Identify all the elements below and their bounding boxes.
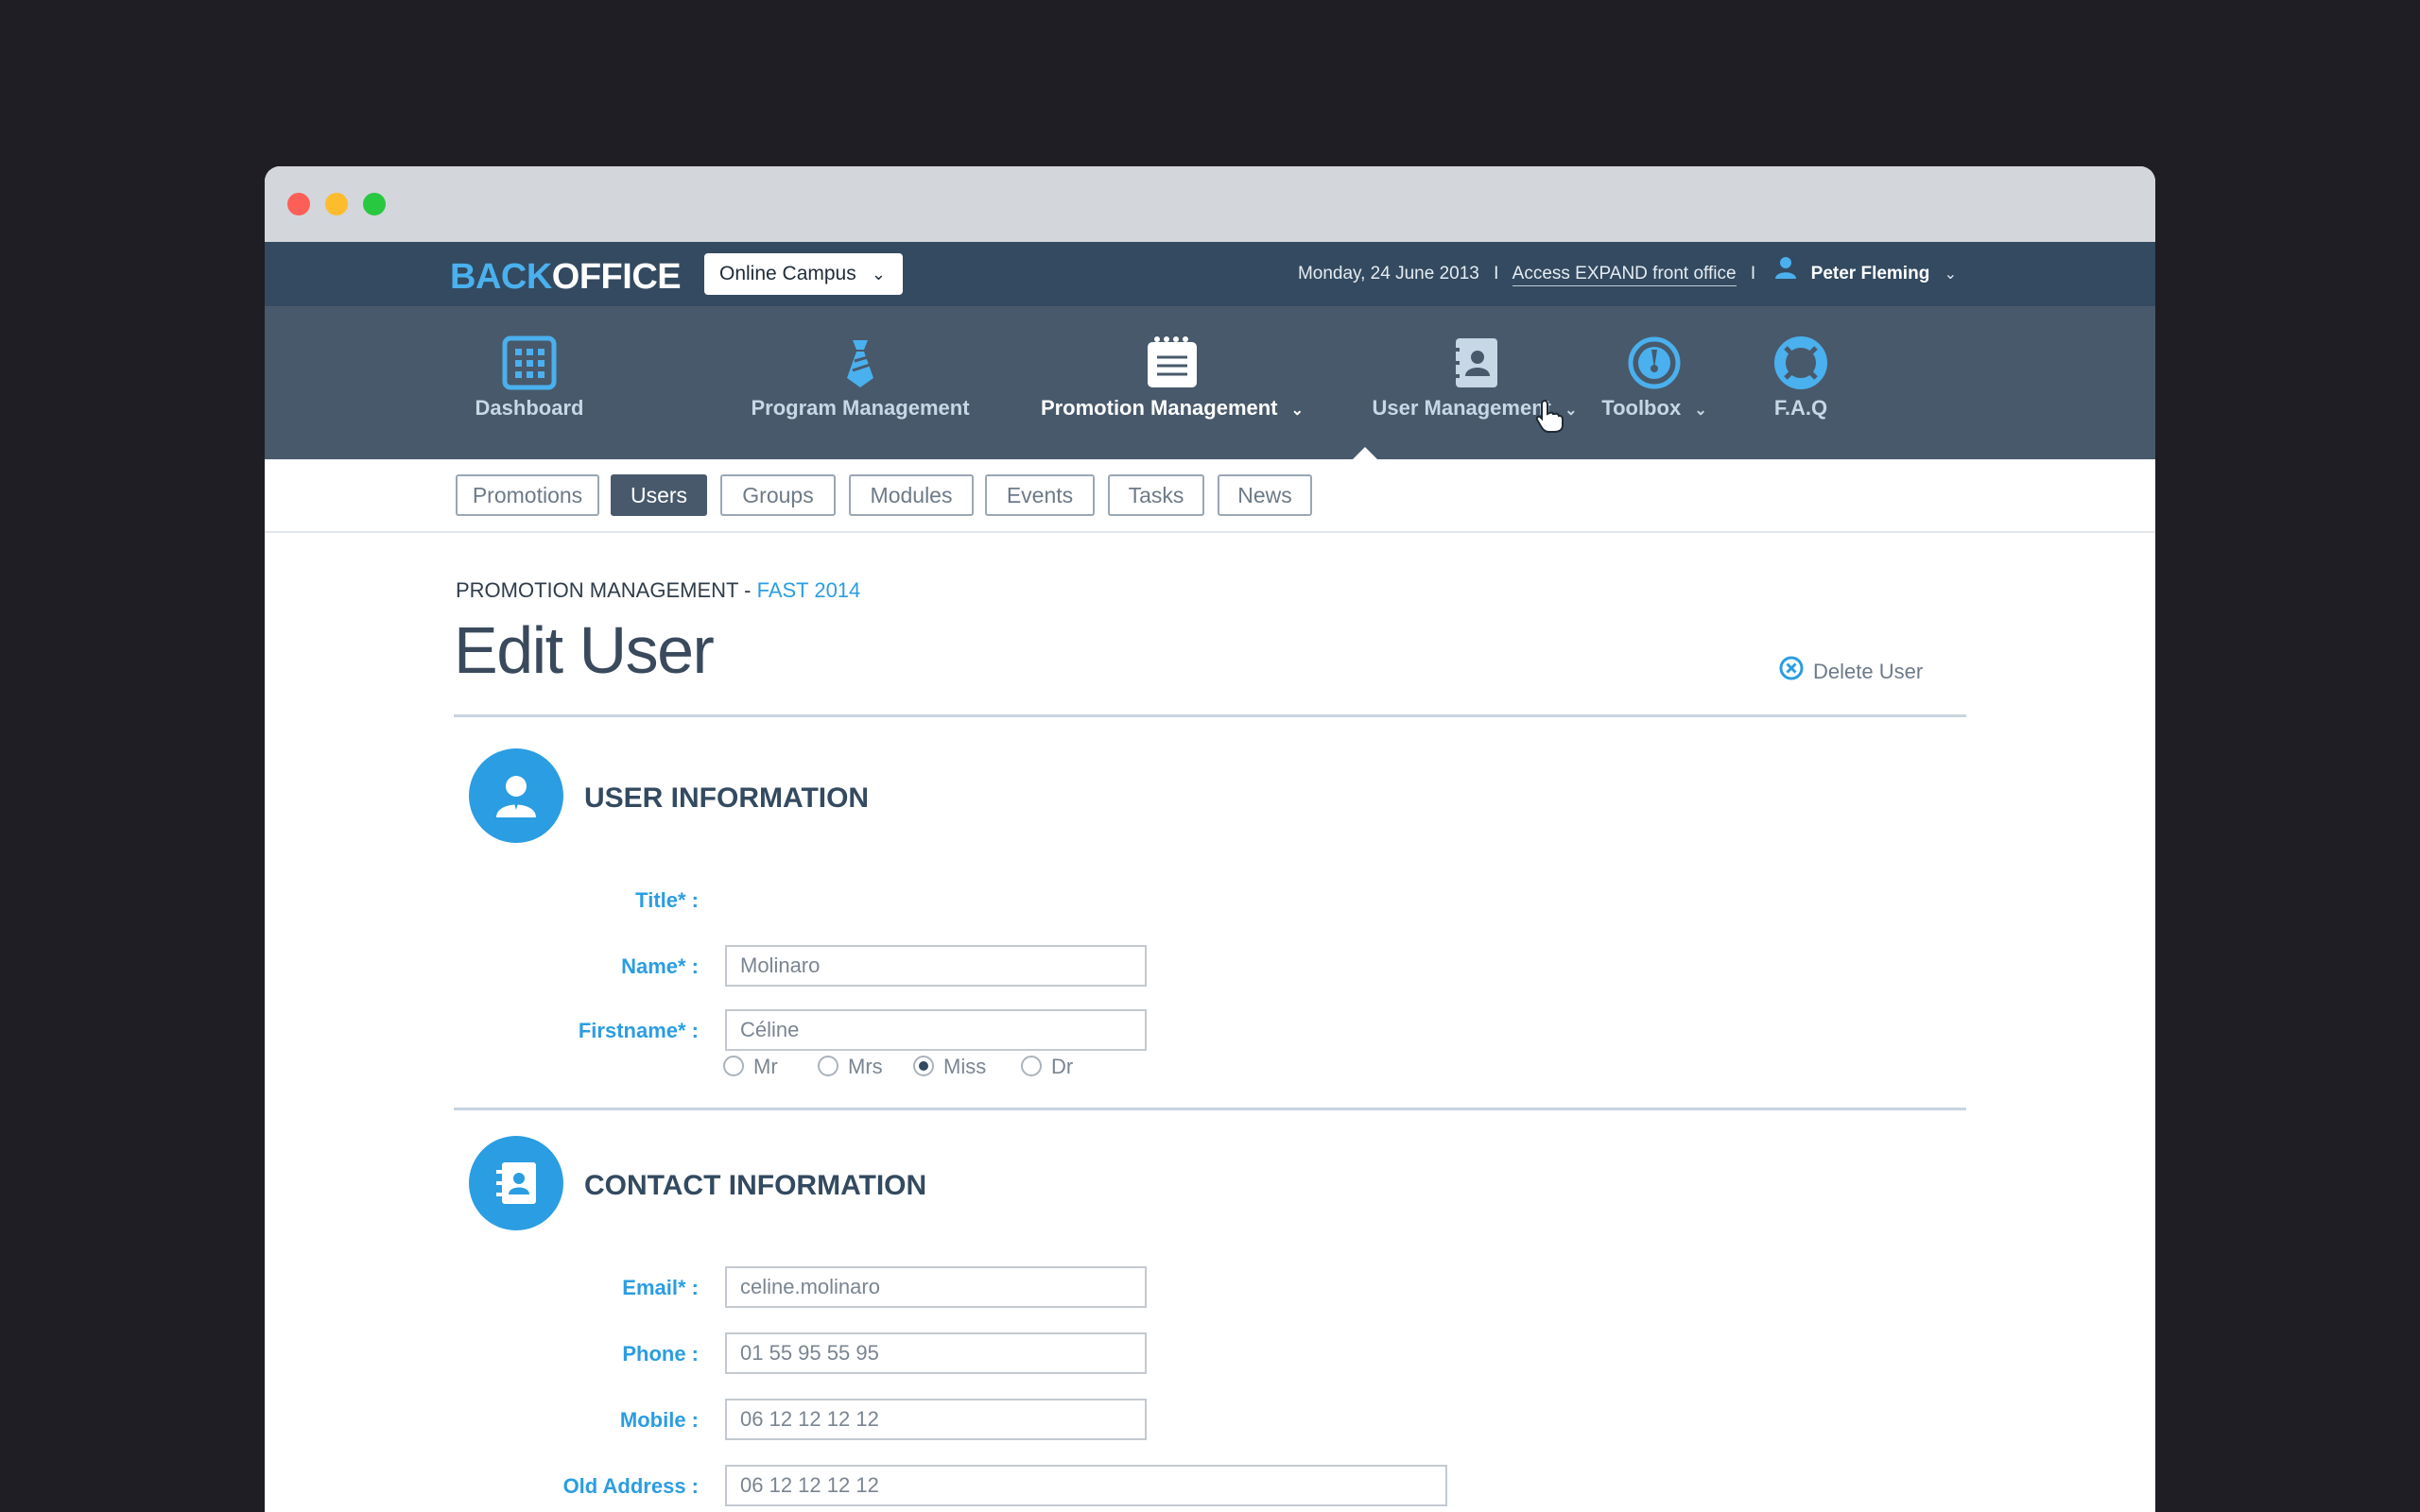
- title-radio-mr[interactable]: Mr: [723, 1055, 778, 1079]
- firstname-label: Firstname* :: [578, 1019, 699, 1042]
- tab-tasks[interactable]: Tasks: [1108, 474, 1204, 516]
- title-radio-miss[interactable]: Miss: [913, 1055, 986, 1079]
- gauge-icon: [1626, 335, 1683, 391]
- name-input[interactable]: Molinaro: [725, 945, 1147, 987]
- title-radio-dr[interactable]: Dr: [1021, 1055, 1073, 1079]
- chevron-down-icon: ⌄: [871, 265, 886, 284]
- top-right-info: Monday, 24 June 2013 I Access EXPAND fro…: [1298, 242, 1957, 306]
- chevron-down-icon[interactable]: ⌄: [1945, 266, 1957, 283]
- main-navigation: Dashboard Program Management Promotion M…: [265, 306, 2155, 459]
- lifebuoy-icon: [1772, 335, 1829, 391]
- campus-select[interactable]: Online Campus ⌄: [704, 253, 903, 295]
- title-divider: [454, 714, 1966, 717]
- tab-news[interactable]: News: [1218, 474, 1312, 516]
- minimize-window-button[interactable]: [325, 193, 348, 215]
- contact-information-heading: CONTACT INFORMATION: [584, 1170, 927, 1201]
- user-menu[interactable]: Peter Fleming: [1811, 264, 1930, 284]
- old-address-label: Old Address :: [562, 1474, 699, 1498]
- current-date: Monday, 24 June 2013: [1297, 264, 1479, 284]
- backoffice-logo[interactable]: BACKOFFICE: [450, 257, 682, 298]
- top-bar: BACKOFFICE Online Campus ⌄ Monday, 24 Ju…: [265, 242, 2155, 306]
- close-circle-icon: [1779, 656, 1804, 686]
- notepad-icon: [1144, 335, 1201, 391]
- delete-user-button[interactable]: Delete User: [1779, 656, 1923, 686]
- maximize-window-button[interactable]: [363, 193, 386, 215]
- name-label: Name* :: [621, 954, 699, 978]
- phone-label: Phone :: [622, 1342, 699, 1366]
- phone-input[interactable]: 01 55 95 55 95: [725, 1332, 1147, 1374]
- nav-toolbox[interactable]: Toolbox ⌄: [1560, 306, 1749, 459]
- title-label: Title* :: [635, 888, 699, 912]
- contact-section-icon: [469, 1136, 563, 1230]
- tab-modules[interactable]: Modules: [849, 474, 974, 516]
- breadcrumb: PROMOTION MANAGEMENT - FAST 2014: [456, 578, 861, 602]
- page-title: Edit User: [454, 613, 715, 687]
- user-section-icon: [469, 748, 563, 843]
- front-office-link[interactable]: Access EXPAND front office: [1512, 264, 1737, 287]
- user-information-heading: USER INFORMATION: [584, 782, 870, 814]
- tab-promotions[interactable]: Promotions: [456, 474, 599, 516]
- mobile-input[interactable]: 06 12 12 12 12: [725, 1399, 1147, 1440]
- contact-book-icon: [1446, 335, 1503, 391]
- tab-events[interactable]: Events: [985, 474, 1095, 516]
- active-nav-indicator: [1353, 447, 1377, 459]
- old-address-input[interactable]: 06 12 12 12 12: [725, 1465, 1447, 1506]
- firstname-input[interactable]: Céline: [725, 1009, 1147, 1051]
- tab-users[interactable]: Users: [611, 474, 707, 516]
- email-input[interactable]: celine.molinaro: [725, 1266, 1147, 1308]
- sub-navigation: Promotions Users Groups Modules Events T…: [265, 459, 2155, 533]
- breadcrumb-promotion-link[interactable]: FAST 2014: [757, 578, 861, 602]
- mobile-label: Mobile :: [619, 1408, 699, 1432]
- tab-groups[interactable]: Groups: [720, 474, 836, 516]
- chevron-down-icon: ⌄: [1694, 403, 1707, 419]
- user-icon: [1775, 242, 1797, 306]
- window-titlebar: [265, 166, 2155, 242]
- close-window-button[interactable]: [287, 193, 310, 215]
- email-label: Email* :: [622, 1276, 699, 1299]
- grid-calendar-icon: [501, 335, 558, 391]
- app-window: BACKOFFICE Online Campus ⌄ Monday, 24 Ju…: [265, 166, 2155, 1512]
- title-radio-mrs[interactable]: Mrs: [818, 1055, 883, 1079]
- nav-faq[interactable]: F.A.Q: [1735, 306, 1867, 459]
- section-divider: [454, 1108, 1966, 1110]
- nav-dashboard[interactable]: Dashboard: [454, 306, 605, 459]
- tie-icon: [832, 335, 889, 391]
